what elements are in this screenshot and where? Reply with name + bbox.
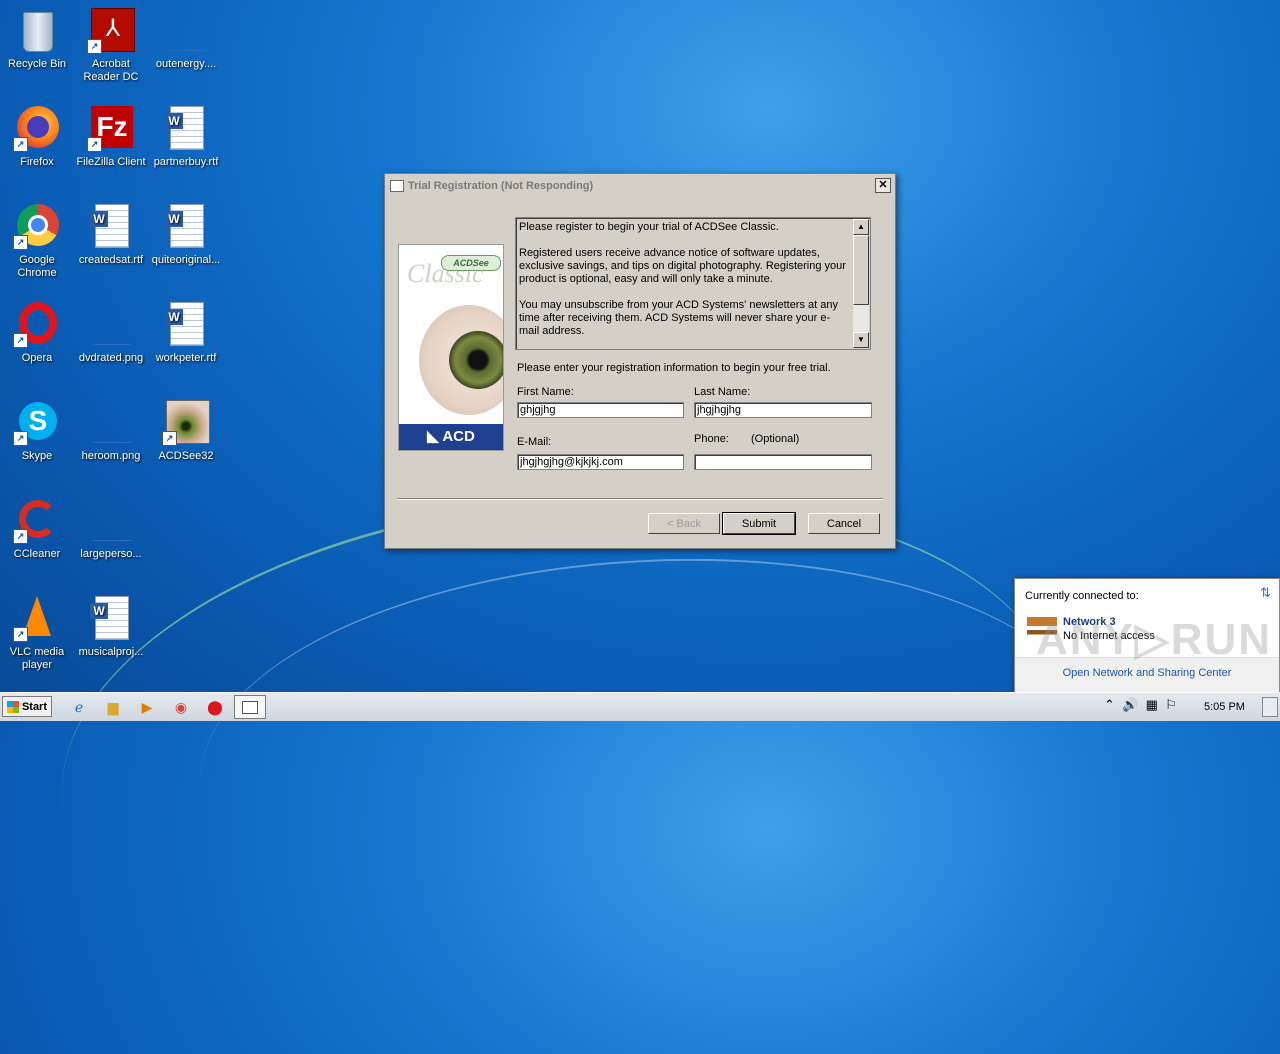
tray-expand-icon[interactable]: ⌃ (1104, 697, 1115, 712)
phone-field[interactable] (694, 454, 872, 470)
windows-flag-icon (7, 701, 19, 713)
dialog-separator (397, 498, 883, 500)
first-name-field[interactable] (517, 402, 684, 418)
png-file-icon (87, 398, 135, 446)
action-center-flag-icon[interactable]: ⚐ (1165, 697, 1177, 712)
desktop-icon-opera[interactable]: ↗ Opera (0, 300, 74, 365)
taskbar: Start ℯ ▆ ▶ ◉ ⬤ ⌃ 🔊 ▦ ⚐ 5:05 PM (0, 692, 1280, 721)
desktop-icon-partnerbuy[interactable]: W partnerbuy.rtf (149, 104, 223, 169)
network-tray-icon[interactable]: ▦ (1146, 697, 1158, 712)
desktop-icon-outenergy[interactable]: outenergy.... (149, 6, 223, 71)
desktop-icon-skype[interactable]: S ↗ Skype (0, 398, 74, 463)
info-paragraph-1: Please register to begin your trial of A… (519, 221, 779, 233)
desktop-icon-vlc[interactable]: ↗ VLC media player (0, 594, 74, 672)
internet-explorer-icon[interactable]: ℯ (68, 697, 90, 717)
acrobat-icon: ⅄ ↗ (87, 6, 135, 54)
anyrun-watermark: ANY▷RUN (1036, 615, 1273, 664)
desktop-icon-workpeter[interactable]: W workpeter.rtf (149, 300, 223, 365)
scroll-down-icon[interactable]: ▼ (853, 332, 869, 348)
clock[interactable]: 5:05 PM (1204, 701, 1245, 713)
eye-image (419, 305, 503, 415)
scroll-thumb[interactable] (853, 235, 869, 305)
taskbar-item-trial-registration[interactable] (234, 695, 266, 719)
back-button[interactable]: < Back (648, 513, 720, 534)
email-label: E-Mail: (517, 436, 552, 448)
desktop-icon-quiteoriginal[interactable]: W quiteoriginal... (149, 202, 223, 267)
word-document-icon: W (162, 104, 210, 152)
desktop-icon-acrobat[interactable]: ⅄ ↗ Acrobat Reader DC (74, 6, 148, 84)
desktop-icon-createdsat[interactable]: W createdsat.rtf (74, 202, 148, 267)
system-tray: ⌃ 🔊 ▦ ⚐ (1104, 697, 1177, 713)
png-file-icon (162, 6, 210, 54)
info-paragraph-2: Registered users receive advance notice … (519, 247, 846, 285)
desktop-icon-firefox[interactable]: ↗ Firefox (0, 104, 74, 169)
chrome-taskbar-icon[interactable]: ◉ (170, 697, 192, 717)
desktop-icon-largeperso[interactable]: largeperso... (74, 496, 148, 561)
vlc-cone-icon: ↗ (13, 594, 61, 642)
last-name-field[interactable] (694, 402, 872, 418)
cancel-button[interactable]: Cancel (808, 513, 880, 534)
info-paragraph-3: You may unsubscribe from your ACD System… (519, 299, 838, 337)
window-icon (242, 701, 258, 714)
opera-taskbar-icon[interactable]: ⬤ (204, 697, 226, 717)
ccleaner-icon: ↗ (13, 496, 61, 544)
last-name-label: Last Name: (694, 386, 751, 398)
trial-registration-dialog: Trial Registration (Not Responding) ✕ Cl… (384, 173, 896, 549)
refresh-icon[interactable]: ⇅ (1260, 585, 1271, 601)
show-desktop-button[interactable] (1262, 697, 1278, 717)
desktop-icon-acdsee32[interactable]: ↗ ACDSee32 (149, 398, 223, 463)
chrome-icon: ↗ (13, 202, 61, 250)
open-network-center-link[interactable]: Open Network and Sharing Center (1015, 667, 1279, 679)
skype-icon: S ↗ (13, 398, 61, 446)
registration-prompt: Please enter your registration informati… (517, 362, 831, 374)
desktop-icon-heroom[interactable]: heroom.png (74, 398, 148, 463)
acd-systems-logo: ◣ ACD (399, 424, 503, 450)
acdsee-eye-icon: ↗ (162, 398, 210, 446)
close-icon[interactable]: ✕ (875, 178, 891, 193)
network-popup-title: Currently connected to: (1025, 590, 1139, 602)
word-document-icon: W (162, 202, 210, 250)
desktop-icon-ccleaner[interactable]: ↗ CCleaner (0, 496, 74, 561)
start-label: Start (21, 701, 47, 713)
desktop-icon-filezilla[interactable]: Fz ↗ FileZilla Client (74, 104, 148, 169)
png-file-icon (87, 300, 135, 348)
media-player-icon[interactable]: ▶ (136, 697, 158, 717)
volume-icon[interactable]: 🔊 (1122, 697, 1138, 712)
info-textbox[interactable]: Please register to begin your trial of A… (515, 217, 871, 350)
firefox-icon: ↗ (13, 104, 61, 152)
filezilla-icon: Fz ↗ (87, 104, 135, 152)
window-icon (390, 180, 404, 192)
word-document-icon: W (162, 300, 210, 348)
desktop-icon-musicalproj[interactable]: W musicalproj... (74, 594, 148, 659)
dialog-titlebar[interactable]: Trial Registration (Not Responding) ✕ (388, 177, 892, 195)
desktop-icon-dvdrated[interactable]: dvdrated.png (74, 300, 148, 365)
start-button[interactable]: Start (2, 696, 52, 717)
phone-label: Phone: (694, 433, 729, 445)
submit-button[interactable]: Submit (722, 512, 796, 535)
acdsee-badge: ACDSee (441, 255, 501, 271)
png-file-icon (87, 496, 135, 544)
dialog-title: Trial Registration (Not Responding) (408, 180, 594, 192)
scroll-up-icon[interactable]: ▲ (853, 219, 869, 235)
phone-optional-label: (Optional) (751, 433, 800, 445)
info-scrollbar[interactable]: ▲ ▼ (853, 219, 869, 348)
word-document-icon: W (87, 594, 135, 642)
recycle-bin-icon (13, 6, 61, 54)
desktop-icon-recycle-bin[interactable]: Recycle Bin (0, 6, 74, 71)
file-explorer-icon[interactable]: ▆ (102, 697, 124, 717)
opera-icon: ↗ (13, 300, 61, 348)
acdsee-classic-banner: Classic ACDSee ◣ ACD (398, 244, 504, 451)
email-field[interactable] (517, 454, 684, 470)
desktop-icon-chrome[interactable]: ↗ Google Chrome (0, 202, 74, 280)
word-document-icon: W (87, 202, 135, 250)
first-name-label: First Name: (517, 386, 574, 398)
